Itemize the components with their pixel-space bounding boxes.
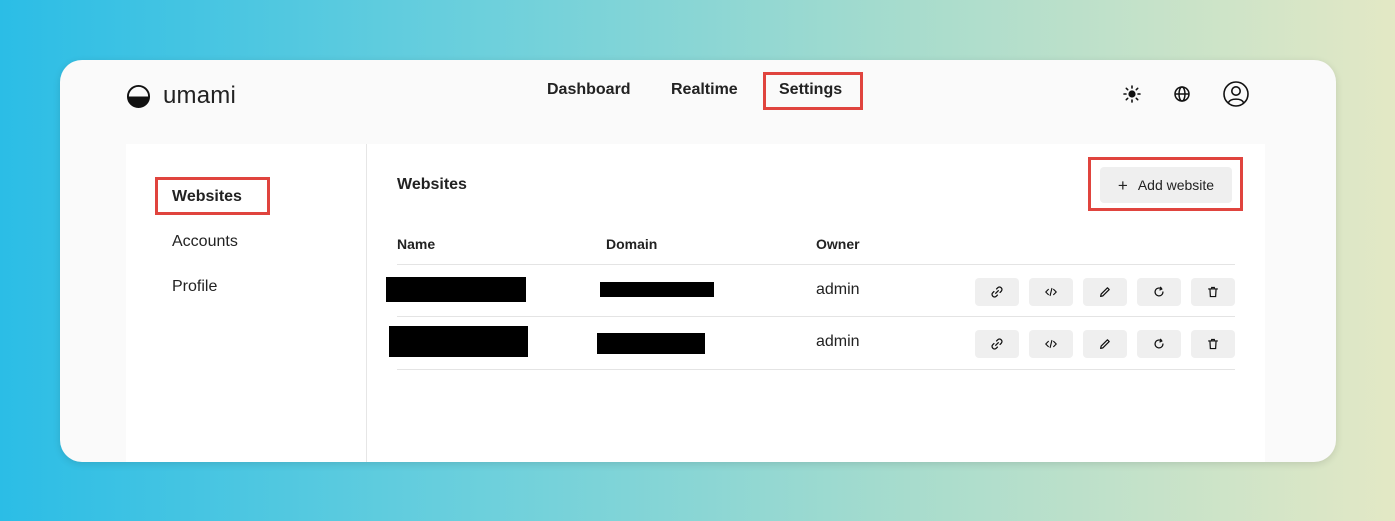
redacted-website-name — [386, 277, 526, 302]
user-profile-icon[interactable] — [1222, 80, 1250, 108]
add-website-label: Add website — [1137, 177, 1215, 193]
table-row: admin — [389, 316, 1235, 370]
column-header-owner: Owner — [816, 236, 860, 252]
redacted-website-name — [389, 326, 528, 357]
owner-cell: admin — [816, 333, 860, 350]
sun-icon[interactable] — [1119, 81, 1145, 107]
code-icon[interactable] — [1029, 330, 1073, 358]
owner-cell: admin — [816, 281, 860, 298]
column-header-domain: Domain — [606, 236, 658, 252]
nav-dashboard[interactable]: Dashboard — [547, 81, 631, 99]
settings-sidebar: Websites Accounts Profile — [126, 144, 367, 462]
table-row: admin — [386, 264, 1235, 317]
plus-icon: + — [1117, 175, 1128, 195]
nav-realtime[interactable]: Realtime — [671, 81, 738, 99]
column-header-name: Name — [397, 236, 436, 252]
section-title: Websites — [397, 176, 467, 193]
settings-highlight-box — [763, 72, 863, 110]
add-website-button[interactable]: + Add website — [1100, 167, 1232, 203]
sidebar-item-websites[interactable]: Websites — [172, 188, 242, 206]
websites-section: Websites + Add website Name Domain Owner… — [367, 144, 1265, 462]
settings-panel: Websites Accounts Profile Websites + Add… — [126, 144, 1265, 462]
delete-icon[interactable] — [1191, 330, 1235, 358]
redacted-website-domain — [597, 333, 705, 354]
edit-icon[interactable] — [1083, 278, 1127, 306]
reset-icon[interactable] — [1137, 330, 1181, 358]
delete-icon[interactable] — [1191, 278, 1235, 306]
code-icon[interactable] — [1029, 278, 1073, 306]
link-icon[interactable] — [975, 278, 1019, 306]
sidebar-item-accounts[interactable]: Accounts — [172, 233, 238, 251]
redacted-website-domain — [600, 282, 714, 297]
edit-icon[interactable] — [1083, 330, 1127, 358]
link-icon[interactable] — [975, 330, 1019, 358]
app-window: umami Dashboard Realtime Settings Websit… — [60, 60, 1336, 462]
reset-icon[interactable] — [1137, 278, 1181, 306]
sidebar-item-profile[interactable]: Profile — [172, 278, 217, 296]
globe-icon[interactable] — [1169, 81, 1195, 107]
